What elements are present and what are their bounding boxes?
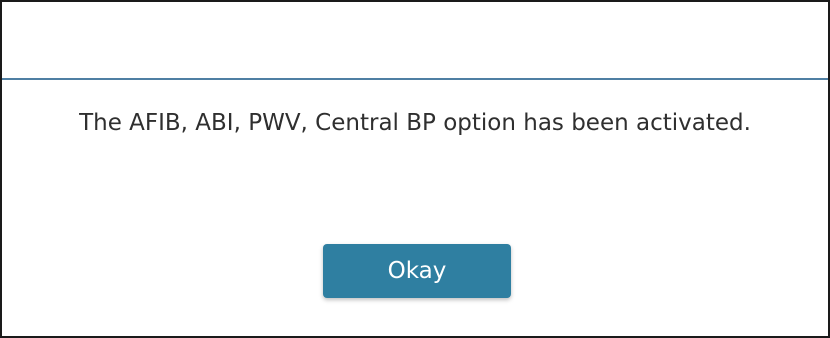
activation-dialog: The AFIB, ABI, PWV, Central BP option ha… [0, 0, 830, 338]
header-divider [2, 78, 828, 80]
dialog-message: The AFIB, ABI, PWV, Central BP option ha… [79, 110, 751, 136]
dialog-header [2, 2, 828, 78]
okay-button[interactable]: Okay [323, 244, 511, 298]
